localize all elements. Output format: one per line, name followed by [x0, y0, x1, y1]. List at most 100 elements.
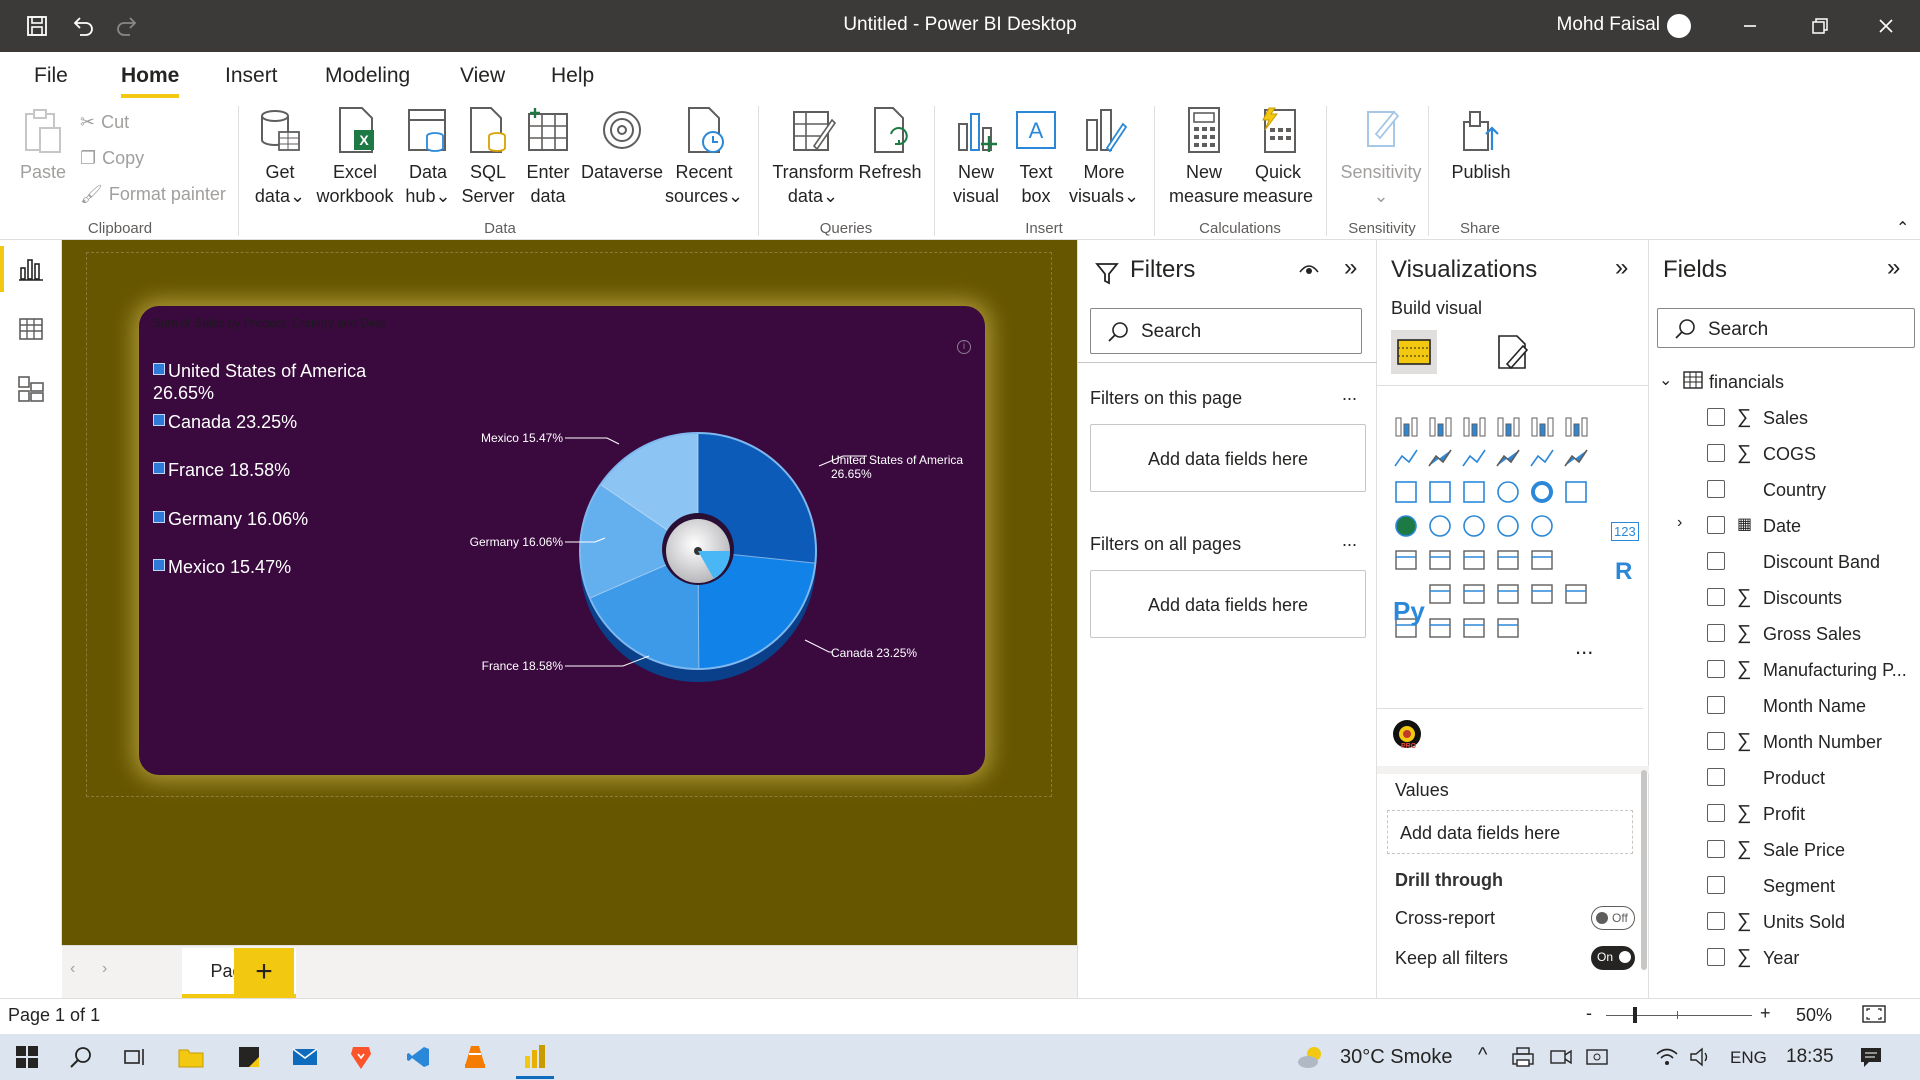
filters-search-input[interactable]: Search: [1090, 308, 1362, 354]
field-checkbox[interactable]: [1707, 840, 1725, 858]
field-item[interactable]: ∑ COGS: [1649, 436, 1920, 472]
language-indicator[interactable]: ENG: [1730, 1048, 1767, 1068]
windows-start-icon[interactable]: [12, 1042, 42, 1072]
page-filter-drop-zone[interactable]: Add data fields here: [1090, 424, 1366, 492]
chevron-up-icon[interactable]: ^: [1478, 1044, 1487, 1067]
tab-help[interactable]: Help: [551, 64, 594, 88]
data-hub-button[interactable]: Data hub⌄: [400, 106, 456, 208]
add-page-button[interactable]: +: [234, 948, 294, 996]
field-item[interactable]: Product: [1649, 760, 1920, 796]
mail-icon[interactable]: [290, 1042, 320, 1072]
close-icon[interactable]: [1856, 8, 1916, 44]
field-checkbox[interactable]: [1707, 552, 1725, 570]
brave-browser-icon[interactable]: [346, 1042, 376, 1072]
sticky-notes-icon[interactable]: [234, 1042, 264, 1072]
field-item[interactable]: ∑ Profit: [1649, 796, 1920, 832]
field-item[interactable]: ∑ Discounts: [1649, 580, 1920, 616]
field-item[interactable]: Discount Band: [1649, 544, 1920, 580]
field-item[interactable]: ∑ Sale Price: [1649, 832, 1920, 868]
transform-data-button[interactable]: Transform data⌄: [770, 106, 856, 208]
field-checkbox[interactable]: [1707, 624, 1725, 642]
eye-icon[interactable]: [1298, 260, 1320, 283]
field-item[interactable]: ∑ Units Sold: [1649, 904, 1920, 940]
task-view-icon[interactable]: [120, 1042, 150, 1072]
card-visual-icon[interactable]: 123: [1611, 522, 1639, 541]
collapse-visualizations-icon[interactable]: »: [1615, 254, 1628, 282]
collapse-ribbon-icon[interactable]: ⌃: [1896, 218, 1909, 238]
vscode-icon[interactable]: [404, 1042, 434, 1072]
field-item[interactable]: Country: [1649, 472, 1920, 508]
format-visual-tab[interactable]: [1493, 334, 1531, 377]
field-checkbox[interactable]: [1707, 768, 1725, 786]
vlc-icon[interactable]: [460, 1042, 490, 1072]
zoom-out-icon[interactable]: -: [1586, 1003, 1592, 1024]
fields-search-input[interactable]: Search: [1657, 308, 1915, 348]
restore-icon[interactable]: [1790, 8, 1850, 44]
field-checkbox[interactable]: [1707, 444, 1725, 462]
more-visuals-button[interactable]: More visuals⌄: [1064, 106, 1144, 208]
field-item[interactable]: ∑ Month Number: [1649, 724, 1920, 760]
chevron-right-icon[interactable]: ›: [1677, 514, 1682, 532]
minimize-icon[interactable]: [1720, 8, 1780, 44]
meet-now-icon[interactable]: [1546, 1042, 1576, 1072]
prev-page-icon[interactable]: ‹: [70, 960, 75, 978]
field-checkbox[interactable]: [1707, 516, 1725, 534]
zoom-in-icon[interactable]: +: [1760, 1003, 1771, 1024]
excel-workbook-button[interactable]: X Excel workbook: [312, 106, 398, 208]
tab-insert[interactable]: Insert: [225, 64, 278, 88]
get-data-button[interactable]: Get data⌄: [250, 106, 310, 208]
wifi-icon[interactable]: [1652, 1042, 1682, 1072]
r-visual-icon[interactable]: R: [1615, 558, 1632, 586]
file-explorer-icon[interactable]: [176, 1042, 206, 1072]
user-name[interactable]: Mohd Faisal: [1557, 14, 1661, 36]
volume-icon[interactable]: [1686, 1042, 1716, 1072]
collapse-fields-icon[interactable]: »: [1887, 254, 1900, 282]
field-checkbox[interactable]: [1707, 804, 1725, 822]
scrollbar[interactable]: [1641, 770, 1647, 970]
recent-sources-button[interactable]: Recent sources⌄: [664, 106, 744, 208]
data-view-icon[interactable]: [14, 312, 48, 346]
chevron-down-icon[interactable]: ⌄: [1659, 370, 1672, 390]
custom-visual-icon[interactable]: PRO: [1391, 718, 1423, 755]
tab-view[interactable]: View: [460, 64, 505, 88]
more-options-icon[interactable]: ...: [1342, 530, 1357, 551]
weather-text[interactable]: 30°C Smoke: [1340, 1046, 1453, 1069]
more-options-icon[interactable]: ...: [1342, 384, 1357, 405]
field-item[interactable]: ∑ Gross Sales: [1649, 616, 1920, 652]
field-checkbox[interactable]: [1707, 588, 1725, 606]
cut-button[interactable]: ✂ Cut: [80, 112, 129, 133]
new-measure-button[interactable]: New measure: [1164, 106, 1244, 208]
weather-icon[interactable]: [1296, 1042, 1326, 1072]
all-pages-filter-drop-zone[interactable]: Add data fields here: [1090, 570, 1366, 638]
fit-to-page-icon[interactable]: [1862, 1005, 1886, 1028]
zoom-slider-thumb[interactable]: [1633, 1007, 1637, 1023]
field-checkbox[interactable]: [1707, 912, 1725, 930]
onedrive-icon[interactable]: [1582, 1042, 1612, 1072]
field-checkbox[interactable]: [1707, 408, 1725, 426]
field-checkbox[interactable]: [1707, 696, 1725, 714]
publish-button[interactable]: Publish: [1444, 106, 1518, 184]
notifications-icon[interactable]: [1856, 1042, 1886, 1072]
text-box-button[interactable]: A Text box: [1008, 106, 1064, 208]
avatar[interactable]: [1667, 14, 1691, 38]
zoom-level[interactable]: 50%: [1796, 1005, 1832, 1026]
clock[interactable]: 18:35: [1786, 1046, 1834, 1068]
field-item[interactable]: ∑ Year: [1649, 940, 1920, 976]
keep-all-filters-toggle[interactable]: On: [1591, 946, 1635, 970]
report-view-icon[interactable]: [0, 246, 48, 292]
format-painter-button[interactable]: 🖌 Format painter: [80, 184, 226, 205]
model-view-icon[interactable]: [14, 372, 48, 406]
printer-icon[interactable]: [1508, 1042, 1538, 1072]
search-icon[interactable]: [66, 1042, 96, 1072]
field-checkbox[interactable]: [1707, 732, 1725, 750]
field-item[interactable]: ∑ Manufacturing P...: [1649, 652, 1920, 688]
tab-file[interactable]: File: [34, 64, 68, 88]
tab-home[interactable]: Home: [121, 64, 180, 98]
zoom-slider[interactable]: [1606, 1015, 1752, 1016]
cross-report-toggle[interactable]: Off: [1591, 906, 1635, 930]
dataverse-button[interactable]: Dataverse: [580, 106, 664, 184]
python-visual-icon[interactable]: Py: [1393, 596, 1425, 627]
field-item[interactable]: Segment: [1649, 868, 1920, 904]
tab-modeling[interactable]: Modeling: [325, 64, 410, 88]
new-visual-button[interactable]: New visual: [946, 106, 1006, 208]
